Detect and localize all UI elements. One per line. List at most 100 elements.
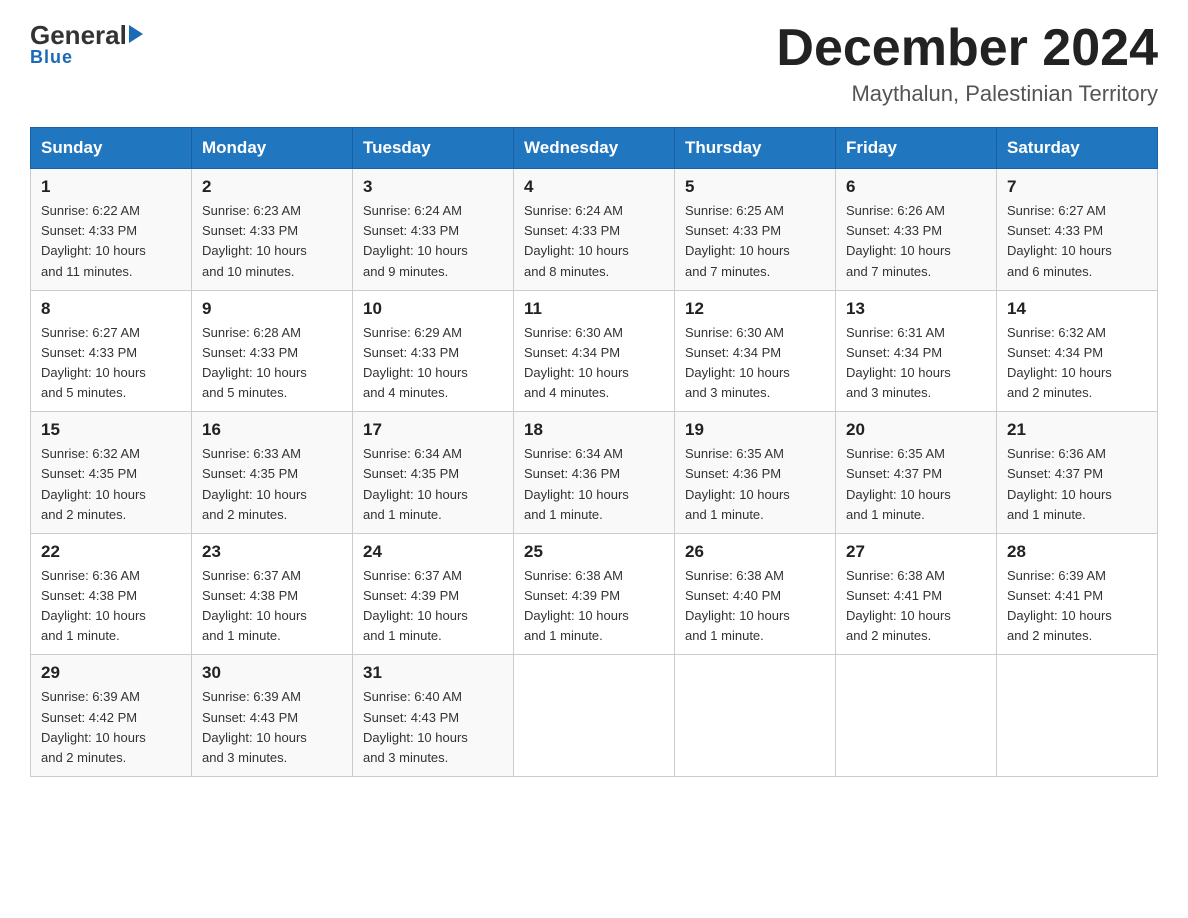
day-info: Sunrise: 6:35 AMSunset: 4:36 PMDaylight:… [685, 444, 825, 525]
calendar-week-row: 29 Sunrise: 6:39 AMSunset: 4:42 PMDayligh… [31, 655, 1158, 777]
logo-blue-text: Blue [30, 47, 73, 68]
day-number: 30 [202, 663, 342, 683]
calendar-cell: 30 Sunrise: 6:39 AMSunset: 4:43 PMDayligh… [192, 655, 353, 777]
calendar-cell: 9Sunrise: 6:28 AMSunset: 4:33 PMDaylight… [192, 290, 353, 412]
day-info: Sunrise: 6:24 AMSunset: 4:33 PMDaylight:… [363, 201, 503, 282]
calendar-cell: 11 Sunrise: 6:30 AMSunset: 4:34 PMDayligh… [514, 290, 675, 412]
day-number: 17 [363, 420, 503, 440]
page-header: General Blue December 2024 Maythalun, Pa… [30, 20, 1158, 107]
day-info: Sunrise: 6:30 AMSunset: 4:34 PMDaylight:… [685, 323, 825, 404]
day-number: 13 [846, 299, 986, 319]
calendar-cell: 28 Sunrise: 6:39 AMSunset: 4:41 PMDayligh… [997, 533, 1158, 655]
day-number: 25 [524, 542, 664, 562]
day-number: 26 [685, 542, 825, 562]
calendar-cell: 16Sunrise: 6:33 AMSunset: 4:35 PMDayligh… [192, 412, 353, 534]
calendar-week-row: 8 Sunrise: 6:27 AMSunset: 4:33 PMDaylight… [31, 290, 1158, 412]
calendar-header-sunday: Sunday [31, 128, 192, 169]
day-info: Sunrise: 6:27 AMSunset: 4:33 PMDaylight:… [41, 323, 181, 404]
calendar-header-wednesday: Wednesday [514, 128, 675, 169]
calendar-header-row: SundayMondayTuesdayWednesdayThursdayFrid… [31, 128, 1158, 169]
calendar-cell: 2 Sunrise: 6:23 AMSunset: 4:33 PMDaylight… [192, 169, 353, 291]
day-number: 7 [1007, 177, 1147, 197]
day-number: 11 [524, 299, 664, 319]
day-info: Sunrise: 6:31 AMSunset: 4:34 PMDaylight:… [846, 323, 986, 404]
calendar-cell: 17 Sunrise: 6:34 AMSunset: 4:35 PMDayligh… [353, 412, 514, 534]
day-info: Sunrise: 6:40 AMSunset: 4:43 PMDaylight:… [363, 687, 503, 768]
day-info: Sunrise: 6:32 AMSunset: 4:35 PMDaylight:… [41, 444, 181, 525]
day-info: Sunrise: 6:38 AMSunset: 4:41 PMDaylight:… [846, 566, 986, 647]
calendar-title: December 2024 [776, 20, 1158, 77]
calendar-cell: 23 Sunrise: 6:37 AMSunset: 4:38 PMDayligh… [192, 533, 353, 655]
day-info: Sunrise: 6:36 AMSunset: 4:38 PMDaylight:… [41, 566, 181, 647]
day-info: Sunrise: 6:37 AMSunset: 4:39 PMDaylight:… [363, 566, 503, 647]
calendar-body: 1Sunrise: 6:22 AMSunset: 4:33 PMDaylight… [31, 169, 1158, 777]
day-info: Sunrise: 6:39 AMSunset: 4:43 PMDaylight:… [202, 687, 342, 768]
day-number: 22 [41, 542, 181, 562]
day-number: 15 [41, 420, 181, 440]
calendar-cell: 24 Sunrise: 6:37 AMSunset: 4:39 PMDayligh… [353, 533, 514, 655]
calendar-cell: 5 Sunrise: 6:25 AMSunset: 4:33 PMDaylight… [675, 169, 836, 291]
calendar-cell: 22 Sunrise: 6:36 AMSunset: 4:38 PMDayligh… [31, 533, 192, 655]
day-info: Sunrise: 6:39 AMSunset: 4:42 PMDaylight:… [41, 687, 181, 768]
logo-triangle-icon [129, 25, 143, 43]
day-number: 27 [846, 542, 986, 562]
calendar-header-monday: Monday [192, 128, 353, 169]
day-number: 8 [41, 299, 181, 319]
calendar-cell: 29 Sunrise: 6:39 AMSunset: 4:42 PMDayligh… [31, 655, 192, 777]
day-number: 31 [363, 663, 503, 683]
calendar-cell: 10Sunrise: 6:29 AMSunset: 4:33 PMDayligh… [353, 290, 514, 412]
day-number: 6 [846, 177, 986, 197]
calendar-week-row: 1Sunrise: 6:22 AMSunset: 4:33 PMDaylight… [31, 169, 1158, 291]
calendar-cell: 31 Sunrise: 6:40 AMSunset: 4:43 PMDayligh… [353, 655, 514, 777]
day-info: Sunrise: 6:34 AMSunset: 4:36 PMDaylight:… [524, 444, 664, 525]
day-info: Sunrise: 6:34 AMSunset: 4:35 PMDaylight:… [363, 444, 503, 525]
day-number: 2 [202, 177, 342, 197]
calendar-cell: 13 Sunrise: 6:31 AMSunset: 4:34 PMDayligh… [836, 290, 997, 412]
day-info: Sunrise: 6:39 AMSunset: 4:41 PMDaylight:… [1007, 566, 1147, 647]
calendar-cell: 6 Sunrise: 6:26 AMSunset: 4:33 PMDaylight… [836, 169, 997, 291]
day-number: 4 [524, 177, 664, 197]
day-number: 3 [363, 177, 503, 197]
day-info: Sunrise: 6:23 AMSunset: 4:33 PMDaylight:… [202, 201, 342, 282]
day-number: 19 [685, 420, 825, 440]
day-info: Sunrise: 6:26 AMSunset: 4:33 PMDaylight:… [846, 201, 986, 282]
day-info: Sunrise: 6:32 AMSunset: 4:34 PMDaylight:… [1007, 323, 1147, 404]
day-info: Sunrise: 6:24 AMSunset: 4:33 PMDaylight:… [524, 201, 664, 282]
calendar-cell: 4 Sunrise: 6:24 AMSunset: 4:33 PMDaylight… [514, 169, 675, 291]
day-number: 20 [846, 420, 986, 440]
day-number: 28 [1007, 542, 1147, 562]
calendar-table: SundayMondayTuesdayWednesdayThursdayFrid… [30, 127, 1158, 777]
calendar-cell: 12 Sunrise: 6:30 AMSunset: 4:34 PMDayligh… [675, 290, 836, 412]
calendar-cell: 7 Sunrise: 6:27 AMSunset: 4:33 PMDaylight… [997, 169, 1158, 291]
calendar-cell [836, 655, 997, 777]
day-info: Sunrise: 6:30 AMSunset: 4:34 PMDaylight:… [524, 323, 664, 404]
calendar-header-saturday: Saturday [997, 128, 1158, 169]
day-info: Sunrise: 6:33 AMSunset: 4:35 PMDaylight:… [202, 444, 342, 525]
day-info: Sunrise: 6:37 AMSunset: 4:38 PMDaylight:… [202, 566, 342, 647]
day-info: Sunrise: 6:25 AMSunset: 4:33 PMDaylight:… [685, 201, 825, 282]
day-number: 29 [41, 663, 181, 683]
calendar-subtitle: Maythalun, Palestinian Territory [776, 81, 1158, 107]
day-number: 10 [363, 299, 503, 319]
calendar-week-row: 22 Sunrise: 6:36 AMSunset: 4:38 PMDayligh… [31, 533, 1158, 655]
day-number: 14 [1007, 299, 1147, 319]
day-info: Sunrise: 6:35 AMSunset: 4:37 PMDaylight:… [846, 444, 986, 525]
calendar-cell: 15 Sunrise: 6:32 AMSunset: 4:35 PMDayligh… [31, 412, 192, 534]
day-number: 12 [685, 299, 825, 319]
logo: General Blue [30, 20, 145, 68]
day-number: 9 [202, 299, 342, 319]
calendar-header-tuesday: Tuesday [353, 128, 514, 169]
day-number: 23 [202, 542, 342, 562]
calendar-cell: 25Sunrise: 6:38 AMSunset: 4:39 PMDayligh… [514, 533, 675, 655]
calendar-cell [514, 655, 675, 777]
calendar-cell: 1Sunrise: 6:22 AMSunset: 4:33 PMDaylight… [31, 169, 192, 291]
day-number: 5 [685, 177, 825, 197]
calendar-cell: 27 Sunrise: 6:38 AMSunset: 4:41 PMDayligh… [836, 533, 997, 655]
calendar-cell: 21Sunrise: 6:36 AMSunset: 4:37 PMDayligh… [997, 412, 1158, 534]
calendar-cell [675, 655, 836, 777]
calendar-week-row: 15 Sunrise: 6:32 AMSunset: 4:35 PMDayligh… [31, 412, 1158, 534]
calendar-cell: 14 Sunrise: 6:32 AMSunset: 4:34 PMDayligh… [997, 290, 1158, 412]
day-info: Sunrise: 6:36 AMSunset: 4:37 PMDaylight:… [1007, 444, 1147, 525]
day-info: Sunrise: 6:27 AMSunset: 4:33 PMDaylight:… [1007, 201, 1147, 282]
day-number: 24 [363, 542, 503, 562]
